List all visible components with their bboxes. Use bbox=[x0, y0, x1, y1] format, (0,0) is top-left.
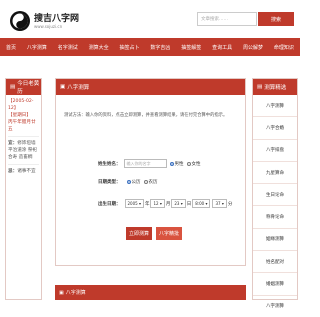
birth-date-label: 出生日期： bbox=[98, 201, 121, 207]
featured-item[interactable]: 八字测算 bbox=[253, 95, 297, 118]
almanac-weekday: 【星期日】 bbox=[8, 113, 31, 118]
site-url: www.sojuzi.cn bbox=[34, 23, 63, 29]
nav-item-knowledge[interactable]: 命理知识 bbox=[274, 44, 294, 51]
featured-item[interactable]: 姻缘测算 bbox=[253, 229, 297, 252]
search-input[interactable]: 文章搜索…… bbox=[197, 12, 257, 26]
featured-item[interactable]: 称骨论命 bbox=[253, 206, 297, 229]
nav-item-home[interactable]: 首页 bbox=[6, 44, 16, 51]
almanac-panel: ▤ 今日老黄历 【2005-02-12】 【星期日】 丙午年腊月廿五 宜：修饰垣… bbox=[5, 78, 42, 300]
featured-item[interactable]: 生日论命 bbox=[253, 184, 297, 207]
name-placeholder: 输入你的名字 bbox=[126, 160, 151, 166]
nav-item-dreams[interactable]: 周公解梦 bbox=[243, 44, 263, 51]
gender-male-radio[interactable] bbox=[169, 161, 174, 166]
gender-female-radio[interactable] bbox=[186, 161, 191, 166]
form-title: ▣ 八字测算 bbox=[56, 79, 245, 95]
featured-title-text: 测算精选 bbox=[264, 85, 287, 91]
day-unit: 日 bbox=[186, 201, 192, 207]
calendar-icon: ▤ bbox=[10, 84, 16, 90]
nav-item-bazi[interactable]: 八字测算 bbox=[27, 44, 47, 51]
search-button[interactable]: 搜索 bbox=[258, 12, 294, 26]
site-title: 搜吉八字网 bbox=[34, 13, 80, 24]
name-label: 姓生姓名： bbox=[98, 161, 121, 167]
yi-label: 宜： bbox=[8, 141, 18, 146]
month-unit: 月 bbox=[165, 201, 171, 207]
submit-button[interactable]: 立即测算 bbox=[126, 227, 152, 240]
minute-select[interactable]: 37 ▾ bbox=[212, 199, 227, 208]
name-input[interactable]: 输入你的名字 bbox=[123, 159, 167, 168]
calendar-icon: ▣ bbox=[60, 84, 66, 90]
bottom-bar-title: 八字测算 bbox=[65, 290, 86, 296]
form-title-text: 八字测算 bbox=[67, 85, 90, 91]
calendar-solar-radio[interactable] bbox=[126, 180, 131, 184]
almanac-title: ▤ 今日老黄历 bbox=[6, 79, 41, 95]
nav-item-tools[interactable]: 查询工具 bbox=[212, 44, 232, 51]
form-intro: 测试方法：输入你的资料，点击立即测算，并查看测算结果，请在付完合算中的指示。 bbox=[64, 113, 228, 118]
year-value: 2005 bbox=[127, 201, 138, 206]
year-select[interactable]: 2005 ▾ bbox=[124, 199, 144, 208]
calendar-type-label: 日期类型： bbox=[98, 180, 121, 185]
calendar-icon: ▣ bbox=[59, 289, 64, 296]
month-value: 12 bbox=[153, 201, 159, 206]
site-logo[interactable]: 搜吉八字网 www.sojuzi.cn bbox=[10, 10, 79, 32]
featured-title: ▤ 测算精选 bbox=[253, 79, 297, 95]
featured-item[interactable]: 八字排盘 bbox=[253, 140, 297, 162]
nav-item-numbers[interactable]: 数字吉凶 bbox=[150, 44, 170, 51]
yin-yang-icon bbox=[10, 11, 30, 31]
nav-item-name-test[interactable]: 名字测试 bbox=[58, 44, 78, 51]
featured-item[interactable]: 八字合婚 bbox=[253, 117, 297, 140]
calendar-icon: ▤ bbox=[257, 84, 263, 90]
hour-value: 8:00 bbox=[195, 201, 205, 206]
bazi-form-panel: ▣ 八字测算 测试方法：输入你的资料，点击立即测算，并查看测算结果，请在付完合算… bbox=[55, 78, 246, 266]
month-select[interactable]: 12 ▾ bbox=[150, 199, 165, 208]
premium-reading-button[interactable]: 八字精批 bbox=[156, 227, 182, 240]
gender-male-label: 男性 bbox=[174, 161, 184, 167]
nav-item-fortune[interactable]: 测算大全 bbox=[89, 44, 109, 51]
nav-item-divination[interactable]: 抽签占卜 bbox=[120, 44, 140, 51]
almanac-date: 【2005-02-12】 bbox=[8, 99, 34, 111]
main-nav: 首页 八字测算 名字测试 测算大全 抽签占卜 数字吉凶 抽签解签 查询工具 周公… bbox=[0, 38, 300, 56]
year-unit: 年 bbox=[144, 201, 150, 207]
nav-item-lots[interactable]: 抽签解签 bbox=[181, 44, 201, 51]
featured-item[interactable]: 姓名配对 bbox=[253, 251, 297, 274]
minute-value: 37 bbox=[215, 201, 221, 206]
almanac-lunar: 丙午年腊月廿五 bbox=[8, 120, 36, 132]
ji-text: 诸事不宜 bbox=[17, 169, 36, 174]
featured-item[interactable]: 婚姻测算 bbox=[253, 273, 297, 296]
almanac-title-text: 今日老黄历 bbox=[17, 81, 40, 95]
featured-panel: ▤ 测算精选 八字测算 八字合婚 八字排盘 九星算命 生日论命 称骨论命 姻缘测… bbox=[252, 78, 298, 309]
calendar-lunar-radio[interactable] bbox=[143, 180, 148, 184]
day-value: 23 bbox=[174, 201, 180, 206]
day-select[interactable]: 23 ▾ bbox=[171, 199, 186, 208]
calendar-lunar-label: 农历 bbox=[148, 180, 158, 185]
section-header-bottom: ▣ 八字测算 bbox=[55, 285, 246, 300]
minute-unit: 分 bbox=[227, 201, 233, 207]
hour-select[interactable]: 8:00 ▾ bbox=[192, 199, 211, 208]
calendar-solar-label: 公历 bbox=[131, 180, 141, 185]
featured-item[interactable]: 八字测算 bbox=[253, 296, 297, 317]
featured-item[interactable]: 九星算命 bbox=[253, 162, 297, 185]
search-placeholder: 文章搜索…… bbox=[201, 17, 228, 22]
ji-label: 忌： bbox=[8, 169, 18, 174]
gender-female-label: 女性 bbox=[191, 161, 201, 167]
